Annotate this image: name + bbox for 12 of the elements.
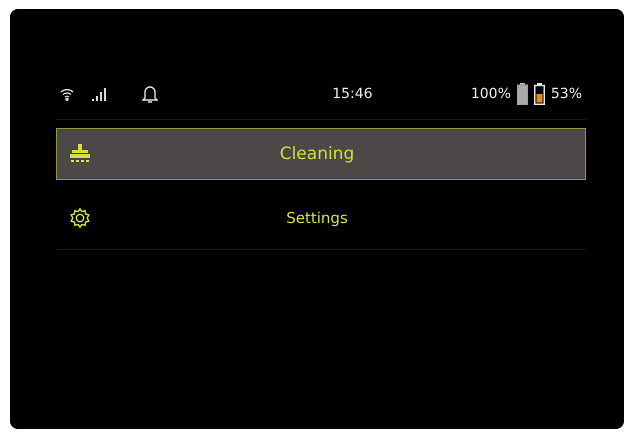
brush-icon xyxy=(69,143,91,165)
wifi-icon xyxy=(60,87,74,101)
signal-icon xyxy=(92,88,108,100)
menu-item[interactable]: Settings xyxy=(56,186,586,250)
menu-item[interactable]: Cleaning xyxy=(56,128,586,180)
clock-time: 15:46 xyxy=(332,86,373,102)
battery-icon xyxy=(534,83,545,105)
battery-percent: 100% xyxy=(470,86,511,102)
battery-percent: 53% xyxy=(550,86,582,102)
settings-icon xyxy=(69,207,91,229)
battery-icon xyxy=(516,83,528,105)
bell-icon xyxy=(142,84,158,104)
